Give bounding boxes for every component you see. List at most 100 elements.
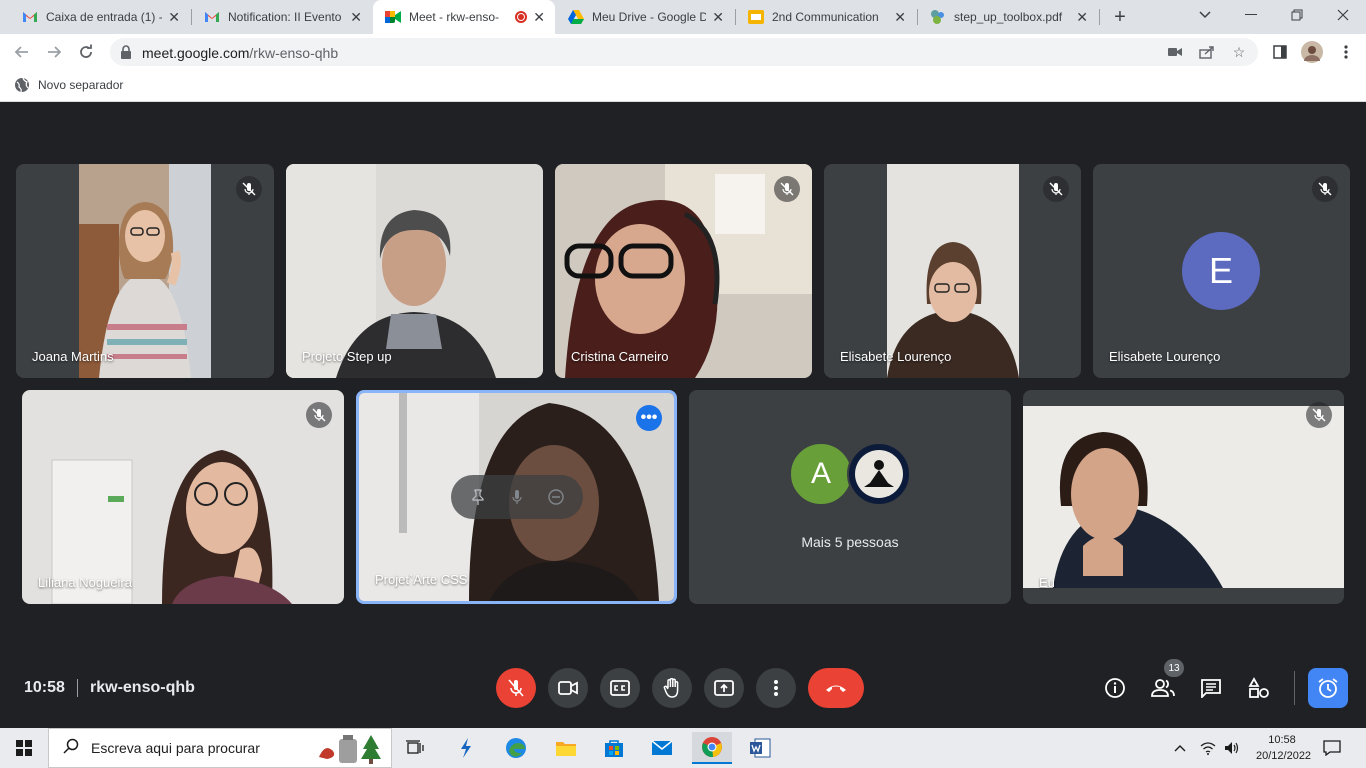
mic-icon[interactable] — [504, 484, 530, 510]
profile-avatar[interactable] — [1300, 40, 1324, 64]
address-bar[interactable]: meet.google.com/rkw-enso-qhb ☆ — [110, 38, 1258, 66]
christmas-doodle-icon — [317, 733, 385, 768]
participant-tile[interactable]: E Elisabete Lourenço — [1093, 164, 1350, 378]
close-icon[interactable]: ✕ — [350, 9, 362, 26]
participant-tile[interactable]: Projeto Step up — [286, 164, 543, 378]
present-button[interactable] — [704, 668, 744, 708]
search-icon — [63, 738, 79, 759]
close-window-button[interactable] — [1320, 0, 1366, 30]
participant-name: Liliana Nogueira — [38, 575, 132, 590]
microsoft-store-icon[interactable] — [594, 732, 634, 764]
tab-search-button[interactable] — [1182, 0, 1228, 30]
share-icon[interactable] — [1198, 43, 1216, 61]
tab-gmail-inbox[interactable]: Caixa de entrada (1) - ✕ — [10, 0, 190, 34]
raise-hand-button[interactable] — [652, 668, 692, 708]
new-tab-button[interactable]: + — [1108, 5, 1132, 29]
participant-name: Joana Martins — [32, 349, 114, 364]
video-feed — [286, 164, 543, 378]
meeting-details-button[interactable] — [1100, 673, 1130, 703]
mic-toggle-button[interactable] — [496, 668, 536, 708]
taskbar-search-box[interactable]: Escreva aqui para procurar — [48, 728, 392, 768]
wifi-icon[interactable] — [1196, 732, 1220, 764]
visual-studio-code-icon[interactable] — [446, 732, 486, 764]
chat-button[interactable] — [1196, 673, 1226, 703]
edge-icon[interactable] — [496, 732, 536, 764]
search-placeholder: Escreva aqui para procurar — [91, 740, 260, 756]
clock-time: 10:58 — [1268, 734, 1296, 746]
camera-icon[interactable] — [1166, 43, 1184, 61]
remove-icon[interactable] — [543, 484, 569, 510]
tab-title: Caixa de entrada (1) - — [46, 10, 163, 24]
close-icon[interactable]: ✕ — [168, 9, 180, 26]
meeting-time: 10:58 — [24, 679, 65, 696]
close-icon[interactable]: ✕ — [533, 9, 545, 26]
participant-group-tile[interactable]: A Mais 5 pessoas — [689, 390, 1011, 604]
notifications-icon[interactable] — [1316, 732, 1348, 764]
reload-button[interactable] — [74, 40, 98, 64]
tab-title: Meet - rkw-enso- — [409, 10, 500, 24]
participant-tile[interactable]: Cristina Carneiro — [555, 164, 812, 378]
tab-slides[interactable]: 2nd Communication ✕ — [736, 0, 916, 34]
browser-toolbar: meet.google.com/rkw-enso-qhb ☆ — [0, 34, 1366, 70]
chevron-up-icon[interactable] — [1164, 732, 1196, 764]
side-panel-icon[interactable] — [1268, 40, 1292, 64]
participant-tile-self[interactable]: Eu — [1023, 390, 1344, 604]
participant-name: Cristina Carneiro — [571, 349, 669, 364]
url-host: meet.google.com — [142, 45, 250, 61]
menu-icon[interactable] — [1334, 40, 1358, 64]
group-avatars: A — [789, 442, 911, 506]
chrome-icon[interactable] — [692, 732, 732, 764]
video-feed — [555, 164, 812, 378]
avatar: A — [789, 442, 853, 506]
meet-icon — [385, 9, 401, 25]
participant-tile[interactable]: Elisabete Lourenço — [824, 164, 1081, 378]
end-call-button[interactable] — [808, 668, 864, 708]
tab-pdf[interactable]: step_up_toolbox.pdf ✕ — [918, 0, 1098, 34]
bookmark-new-tab[interactable]: Novo separador — [14, 77, 123, 93]
system-clock[interactable]: 10:58 20/12/2022 — [1256, 732, 1311, 764]
url-path: /rkw-enso-qhb — [249, 45, 339, 61]
participant-name: Eu — [1039, 575, 1055, 590]
pin-icon[interactable] — [465, 484, 491, 510]
muted-mic-icon — [774, 176, 800, 202]
close-icon[interactable]: ✕ — [712, 9, 724, 26]
participant-name: Elisabete Lourenço — [1109, 349, 1221, 364]
participant-tile-active-speaker[interactable]: ••• Projet`Arte CSS — [356, 390, 677, 604]
tab-title: Meu Drive - Google D — [592, 10, 707, 24]
back-button[interactable] — [10, 40, 34, 64]
close-icon[interactable]: ✕ — [1076, 9, 1088, 26]
windows-start-button[interactable] — [0, 728, 48, 768]
video-feed — [887, 164, 1019, 378]
minimize-button[interactable] — [1228, 0, 1274, 30]
camera-toggle-button[interactable] — [548, 668, 588, 708]
tab-drive[interactable]: Meu Drive - Google D ✕ — [556, 0, 734, 34]
word-icon[interactable] — [740, 732, 780, 764]
activities-button[interactable] — [1244, 673, 1274, 703]
drive-icon — [568, 9, 584, 25]
more-options-icon[interactable]: ••• — [636, 405, 662, 431]
tab-meet[interactable]: Meet - rkw-enso- ✕ — [373, 0, 555, 34]
bookmark-star-icon[interactable]: ☆ — [1230, 43, 1248, 61]
restore-button[interactable] — [1274, 0, 1320, 30]
slides-icon — [748, 9, 764, 25]
recording-icon — [515, 11, 528, 23]
bookmark-label: Novo separador — [38, 78, 124, 92]
participant-tile[interactable]: Liliana Nogueira — [22, 390, 344, 604]
more-options-button[interactable] — [756, 668, 796, 708]
close-icon[interactable]: ✕ — [894, 9, 906, 26]
host-controls-button[interactable] — [1308, 668, 1348, 708]
meeting-code: rkw-enso-qhb — [90, 679, 195, 696]
tab-title: Notification: II Evento — [228, 10, 342, 24]
captions-button[interactable] — [600, 668, 640, 708]
avatar-meditation — [847, 442, 911, 506]
tab-notification[interactable]: Notification: II Evento ✕ — [192, 0, 372, 34]
url-text: meet.google.com/rkw-enso-qhb — [142, 45, 338, 61]
participant-tile[interactable]: Joana Martins — [16, 164, 274, 378]
forward-button[interactable] — [42, 40, 66, 64]
mail-icon[interactable] — [642, 732, 682, 764]
task-view-icon[interactable] — [396, 732, 436, 764]
volume-icon[interactable] — [1220, 732, 1244, 764]
people-button[interactable] — [1148, 673, 1178, 703]
lock-icon — [120, 45, 132, 59]
file-explorer-icon[interactable] — [546, 732, 586, 764]
